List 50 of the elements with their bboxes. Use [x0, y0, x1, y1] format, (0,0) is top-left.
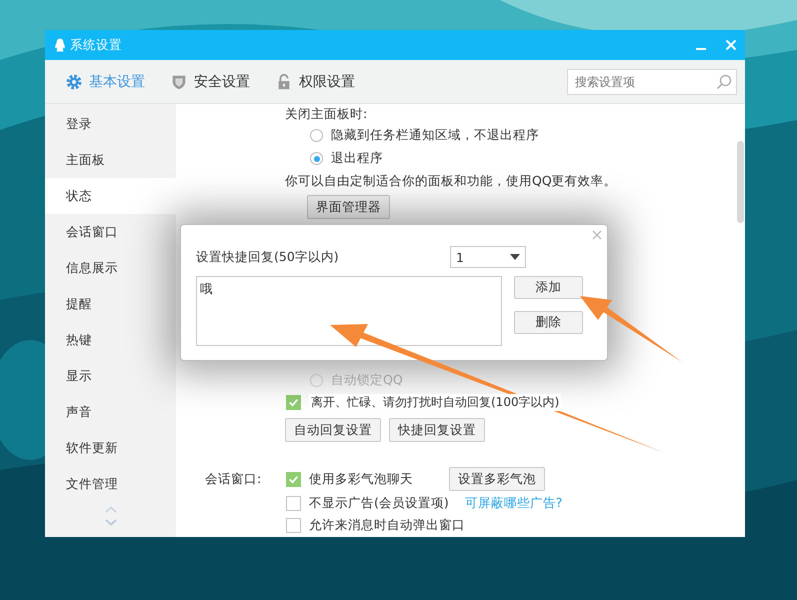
checkbox-label: 允许来消息时自动弹出窗口 [309, 516, 465, 534]
scrollbar[interactable] [737, 141, 744, 223]
checkbox-label: 不显示广告(会员设置项) [309, 494, 449, 512]
shield-icon [170, 72, 188, 90]
radio-button[interactable] [310, 152, 323, 165]
window-title: 系统设置 [70, 36, 122, 54]
option-label: 隐藏到任务栏通知区域，不退出程序 [331, 127, 539, 144]
sidebar-item[interactable]: 热键 [45, 322, 176, 358]
dialog-label: 设置快捷回复(50字以内) [196, 248, 339, 266]
sidebar-item[interactable]: 文件管理 [45, 466, 176, 502]
settings-tab[interactable]: 安全设置 [170, 72, 250, 90]
search-field[interactable]: 搜索设置项 [567, 68, 737, 94]
search-icon [716, 74, 732, 90]
description-text: 你可以自由定制适合你的面板和功能，使用QQ更有效率。 [285, 173, 617, 190]
checkbox-label: 使用多彩气泡聊天 [309, 470, 414, 488]
checkbox[interactable] [286, 518, 301, 532]
option-label: 自动锁定QQ [331, 372, 403, 388]
checkbox[interactable] [286, 472, 301, 486]
settings-button[interactable]: 快捷回复设置 [389, 418, 485, 442]
section-label: 关闭主面板时: [285, 106, 368, 122]
sidebar-item[interactable]: 声音 [45, 394, 176, 430]
checkbox[interactable] [286, 394, 301, 410]
sidebar-item[interactable]: 登录 [45, 106, 176, 142]
radio-button[interactable] [310, 129, 323, 142]
bubble-settings-button[interactable]: 设置多彩气泡 [449, 467, 545, 491]
scroll-up-icon[interactable] [104, 506, 116, 513]
checkbox[interactable] [286, 496, 301, 510]
dialog-button[interactable]: 删除 [514, 311, 583, 334]
interface-manager-button[interactable]: 界面管理器 [307, 195, 390, 219]
scroll-down-icon[interactable] [104, 519, 116, 526]
number-dropdown[interactable]: 1 [450, 246, 526, 268]
dialog-button[interactable]: 添加 [514, 276, 583, 299]
sidebar-item[interactable]: 会话窗口 [45, 214, 176, 250]
sidebar-item[interactable]: 显示 [45, 358, 176, 394]
reply-text-field[interactable]: 哦 [196, 276, 502, 346]
dropdown-arrow-icon [510, 254, 520, 260]
close-icon[interactable] [592, 230, 602, 240]
section-label: 会话窗口: [205, 470, 262, 488]
sidebar-item[interactable]: 提醒 [45, 286, 176, 322]
settings-button[interactable]: 自动回复设置 [285, 418, 381, 442]
gear-icon [65, 72, 83, 90]
radio-button[interactable] [310, 374, 323, 386]
sidebar-item[interactable]: 软件更新 [45, 430, 176, 466]
checkbox-label: 离开、忙碌、请勿打扰时自动回复(100字以内) [309, 394, 562, 410]
settings-tab[interactable]: 权限设置 [275, 72, 355, 90]
penguin-icon [54, 38, 66, 52]
sidebar-item[interactable]: 状态 [45, 178, 176, 214]
sidebar-item[interactable]: 主面板 [45, 142, 176, 178]
sidebar-item[interactable]: 信息展示 [45, 250, 176, 286]
option-label: 退出程序 [331, 150, 383, 167]
